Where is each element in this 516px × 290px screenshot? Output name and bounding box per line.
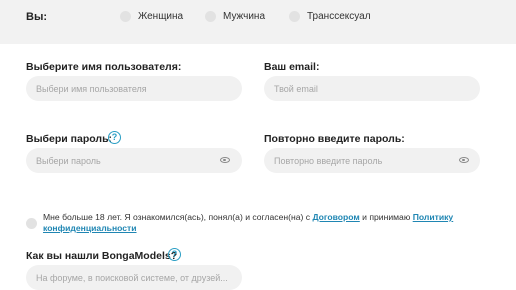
gender-option-label: Женщина <box>138 10 184 22</box>
username-label: Выберите имя пользователя: <box>26 61 182 73</box>
agreement-text-start: Мне больше 18 лет. Я ознакомился(ась), п… <box>43 212 313 222</box>
gender-option-female[interactable]: Женщина <box>120 9 183 23</box>
agreement-checkbox[interactable] <box>26 218 37 229</box>
password-input[interactable] <box>26 148 242 173</box>
gender-option-label: Транссексуал <box>307 10 371 22</box>
eye-icon[interactable] <box>459 157 469 163</box>
password-help-icon[interactable]: ? <box>108 131 121 144</box>
gender-option-male[interactable]: Мужчина <box>205 9 265 23</box>
password-repeat-label: Повторно введите пароль: <box>264 133 405 145</box>
gender-option-trans[interactable]: Транссексуал <box>289 9 371 23</box>
referral-input[interactable] <box>26 265 242 290</box>
password-repeat-input[interactable] <box>264 148 480 173</box>
radio-button[interactable] <box>120 10 131 22</box>
eye-icon[interactable] <box>220 157 230 163</box>
email-label: Ваш email: <box>264 61 320 73</box>
referral-label: Как вы нашли BongaModels? <box>26 250 178 262</box>
agreement-text-middle: и принимаю <box>359 212 413 222</box>
terms-link[interactable]: Договором <box>312 212 359 222</box>
username-input[interactable] <box>26 76 242 101</box>
radio-button[interactable] <box>205 10 216 22</box>
referral-help-icon[interactable]: ? <box>168 248 181 261</box>
email-input[interactable] <box>264 76 480 101</box>
gender-option-label: Мужчина <box>223 10 266 22</box>
agreement-text: Мне больше 18 лет. Я ознакомился(ась), п… <box>43 212 483 234</box>
gender-section: Вы: Женщина Мужчина Транссексуал <box>0 0 516 44</box>
password-label: Выбери пароль: <box>26 133 113 145</box>
radio-button[interactable] <box>289 10 300 22</box>
gender-label: Вы: <box>26 11 48 23</box>
